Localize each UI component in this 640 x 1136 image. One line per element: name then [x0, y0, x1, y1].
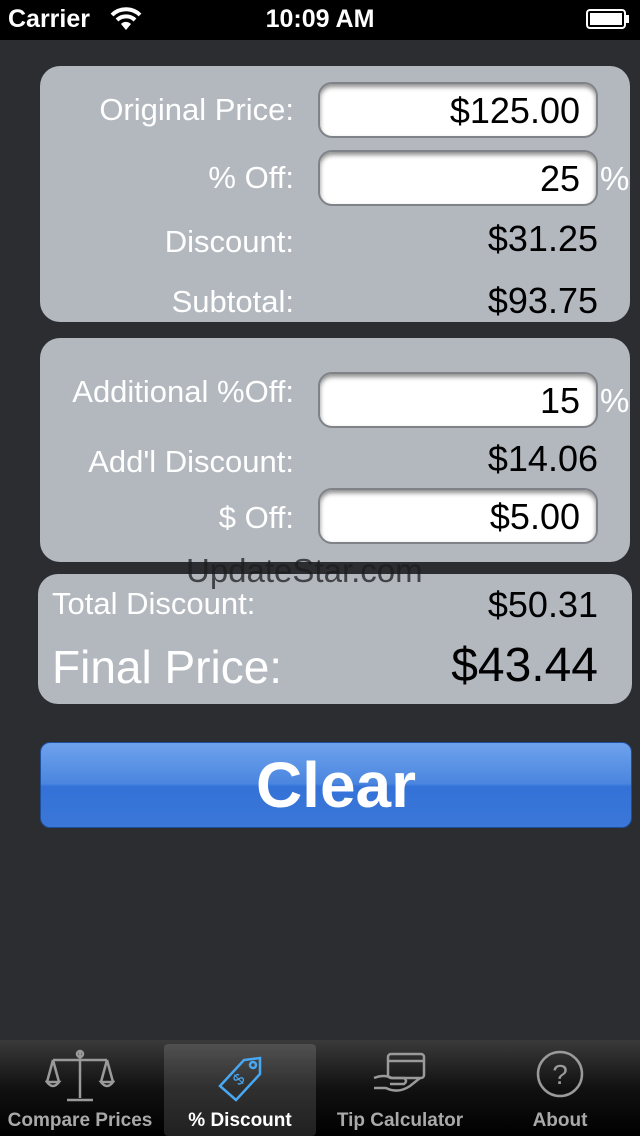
svg-text:$: $: [230, 1071, 248, 1089]
discount-label: Discount:: [164, 224, 294, 259]
question-icon: ?: [534, 1048, 586, 1105]
tab-compare-prices[interactable]: Compare Prices: [0, 1040, 160, 1136]
clock: 10:09 AM: [265, 5, 375, 33]
battery-icon: [586, 9, 630, 29]
total-discount-value: $50.31: [487, 584, 598, 625]
status-bar: Carrier 10:09 AM: [0, 0, 640, 40]
original-price-label: Original Price:: [99, 92, 294, 127]
tab-tip-calculator[interactable]: Tip Calculator: [320, 1040, 480, 1136]
watermark: UpdateStar.com: [186, 552, 423, 589]
tab-about[interactable]: ? About: [480, 1040, 640, 1136]
final-price-label: Final Price:: [52, 641, 283, 693]
percent-symbol: %: [600, 160, 630, 197]
tab-label-about: About: [532, 1110, 588, 1131]
tab-label-tip-calculator: Tip Calculator: [336, 1110, 464, 1131]
svg-text:?: ?: [552, 1059, 568, 1090]
addl-discount-label: Add'l Discount:: [88, 444, 294, 479]
additional-percent-symbol: %: [600, 382, 630, 419]
dollar-off-field[interactable]: $5.00: [318, 488, 598, 544]
discount-value: $31.25: [487, 218, 598, 259]
original-price-field[interactable]: $125.00: [318, 82, 598, 138]
clear-button[interactable]: Clear: [40, 742, 632, 828]
percent-off-field[interactable]: 25: [318, 150, 598, 206]
addl-discount-value: $14.06: [487, 438, 598, 479]
tab-bar: Compare Prices $ % Discount Tip Calculat…: [0, 1040, 640, 1136]
price-tag-icon: $: [212, 1052, 268, 1109]
credit-card-icon: [370, 1048, 430, 1105]
total-discount-label: Total Discount:: [52, 586, 256, 621]
additional-off-field[interactable]: 15: [318, 372, 598, 428]
percent-off-label: % Off:: [208, 160, 294, 195]
subtotal-label: Subtotal:: [171, 284, 294, 319]
dollar-off-label: $ Off:: [218, 500, 294, 535]
tab-label-compare-prices: Compare Prices: [7, 1110, 153, 1131]
tab-label-percent-discount: % Discount: [188, 1110, 292, 1131]
scale-icon: [44, 1048, 116, 1109]
tab-percent-discount[interactable]: $ % Discount: [164, 1044, 316, 1136]
additional-off-label: Additional %Off:: [72, 374, 294, 409]
final-price-value: $43.44: [451, 639, 598, 692]
subtotal-value: $93.75: [487, 280, 598, 321]
